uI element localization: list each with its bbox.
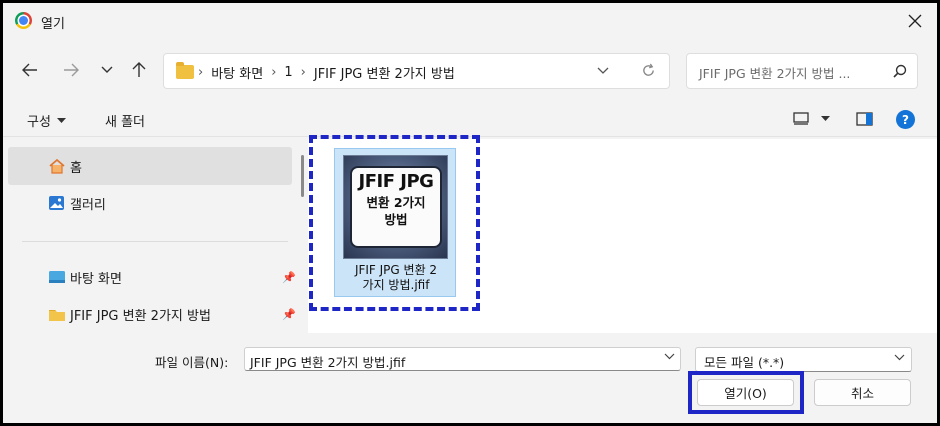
open-button[interactable]: 열기(O) <box>697 379 794 406</box>
chevron-down-icon <box>597 67 609 74</box>
desktop-icon <box>49 271 65 283</box>
file-type-value: 모든 파일 (*.*) <box>704 355 785 370</box>
up-button[interactable] <box>126 57 152 83</box>
sidebar-scrollbar[interactable] <box>301 155 304 197</box>
organize-label: 구성 <box>27 115 51 130</box>
open-file-dialog: 열기 › 바탕 화면 › 1 › JFIF JPG 변환 2가지 방법 JFIF… <box>3 3 937 423</box>
sidebar-item-gallery[interactable]: 갤러리 <box>8 184 292 222</box>
view-icon <box>793 112 809 125</box>
chevron-right-icon: › <box>300 65 306 80</box>
search-input[interactable]: JFIF JPG 변환 2가지 방법 ... <box>686 53 918 89</box>
refresh-button[interactable] <box>641 63 656 82</box>
pin-icon: 📌 <box>282 307 296 321</box>
address-history-button[interactable] <box>597 64 609 79</box>
preview-pane-icon <box>856 112 873 126</box>
folder-icon <box>49 309 65 321</box>
help-icon[interactable]: ? <box>896 110 915 129</box>
filename-value: JFIF JPG 변환 2가지 방법.jfif <box>250 355 406 370</box>
chrome-icon <box>15 12 32 29</box>
chevron-down-icon <box>894 354 905 361</box>
file-type-select[interactable]: 모든 파일 (*.*) <box>695 347 912 372</box>
home-icon <box>49 158 65 174</box>
gallery-icon <box>49 196 64 210</box>
filename-label: 파일 이름(N): <box>155 355 229 370</box>
breadcrumb-item[interactable]: JFIF JPG 변환 2가지 방법 <box>314 63 455 82</box>
command-bar: 구성 새 폴더 ? <box>3 101 937 137</box>
caret-down-icon <box>821 115 830 121</box>
close-button[interactable] <box>901 7 929 35</box>
new-folder-button[interactable]: 새 폴더 <box>105 111 145 130</box>
sidebar-item-label: JFIF JPG 변환 2가지 방법 <box>70 308 211 324</box>
dialog-footer: 파일 이름(N): JFIF JPG 변환 2가지 방법.jfif 모든 파일 … <box>3 333 937 423</box>
preview-pane-button[interactable] <box>856 112 873 130</box>
chevron-right-icon: › <box>271 65 277 80</box>
view-options-button[interactable] <box>793 112 830 125</box>
sidebar-divider <box>22 241 288 242</box>
breadcrumb-item[interactable]: 1 <box>284 65 292 80</box>
sidebar-item-label: 홈 <box>70 160 82 176</box>
search-icon <box>893 64 907 78</box>
arrow-left-icon <box>22 63 37 77</box>
dialog-title: 열기 <box>41 17 65 32</box>
navigation-bar: › 바탕 화면 › 1 › JFIF JPG 변환 2가지 방법 JFIF JP… <box>3 39 937 101</box>
organize-button[interactable]: 구성 <box>27 111 66 130</box>
recent-locations-button[interactable] <box>94 57 120 83</box>
address-bar[interactable]: › 바탕 화면 › 1 › JFIF JPG 변환 2가지 방법 <box>163 53 670 89</box>
breadcrumb-item[interactable]: 바탕 화면 <box>211 63 263 82</box>
sidebar-item-label: 바탕 화면 <box>70 271 122 287</box>
navigation-pane: 홈 갤러리 바탕 화면 📌 JFIF JPG 변환 2가지 방법 📌 <box>8 139 296 331</box>
filename-field[interactable]: JFIF JPG 변환 2가지 방법.jfif <box>244 347 681 371</box>
back-button[interactable] <box>17 57 43 83</box>
file-highlight-annotation <box>309 135 480 311</box>
arrow-right-icon <box>64 63 79 77</box>
sidebar-item-home[interactable]: 홈 <box>8 147 292 185</box>
chevron-right-icon: › <box>198 65 204 80</box>
refresh-icon <box>643 63 654 76</box>
forward-button[interactable] <box>58 57 84 83</box>
pin-icon: 📌 <box>282 270 296 284</box>
sidebar-item-label: 갤러리 <box>70 197 106 213</box>
folder-icon <box>176 62 194 79</box>
chevron-down-icon <box>101 66 113 73</box>
arrow-up-icon <box>132 62 146 77</box>
close-icon <box>908 14 922 28</box>
breadcrumb: › 바탕 화면 › 1 › JFIF JPG 변환 2가지 방법 <box>198 63 455 82</box>
caret-down-icon <box>56 117 66 123</box>
chevron-down-icon[interactable] <box>664 353 675 360</box>
sidebar-item-desktop[interactable]: 바탕 화면 📌 <box>8 258 296 296</box>
cancel-button[interactable]: 취소 <box>814 379 911 406</box>
search-placeholder: JFIF JPG 변환 2가지 방법 ... <box>699 66 851 81</box>
sidebar-item-folder[interactable]: JFIF JPG 변환 2가지 방법 📌 <box>8 295 296 333</box>
title-bar: 열기 <box>3 3 937 39</box>
